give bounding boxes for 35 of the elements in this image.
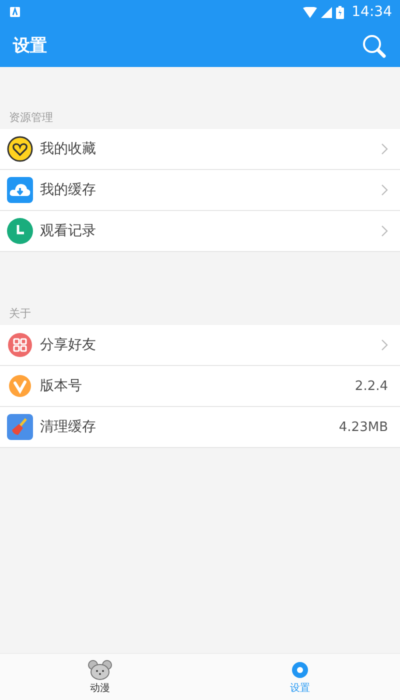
clock-time: 14:34 <box>352 4 392 20</box>
settings-row[interactable]: 分享好友 <box>0 325 400 366</box>
bear-icon <box>88 660 112 680</box>
row-label: 清理缓存 <box>40 418 97 436</box>
chevron-right-icon <box>381 339 388 351</box>
row-label: 版本号 <box>40 377 83 395</box>
settings-row[interactable]: 观看记录 <box>0 211 400 252</box>
row-label: 我的缓存 <box>40 181 97 199</box>
section-header: 资源管理 <box>8 110 54 126</box>
settings-row[interactable]: 我的缓存 <box>0 170 400 211</box>
nav-tab[interactable]: 动漫 <box>0 654 200 700</box>
settings-icon <box>290 660 310 680</box>
row-value: 4.23MB <box>338 420 388 434</box>
v-logo-icon <box>7 373 33 399</box>
chevron-right-icon <box>381 143 388 155</box>
wifi-icon <box>302 6 317 18</box>
notification-icon <box>10 7 20 17</box>
settings-row[interactable]: 清理缓存 4.23MB <box>0 407 400 448</box>
row-label: 观看记录 <box>40 222 97 240</box>
row-value: 2.2.4 <box>354 378 388 394</box>
page-title: 设置 <box>13 35 47 57</box>
broom-icon <box>7 414 33 440</box>
chevron-right-icon <box>381 225 388 237</box>
cloud-download-icon <box>7 177 33 203</box>
settings-row[interactable]: 版本号 2.2.4 <box>0 366 400 407</box>
clock-icon <box>7 218 33 244</box>
section-header: 关于 <box>8 306 32 322</box>
row-label: 分享好友 <box>40 336 97 354</box>
row-label: 我的收藏 <box>40 140 97 158</box>
grid-icon <box>7 332 33 358</box>
chevron-right-icon <box>381 184 388 196</box>
signal-icon <box>320 6 332 18</box>
settings-row[interactable]: 我的收藏 <box>0 129 400 170</box>
search-icon[interactable] <box>362 34 386 58</box>
battery-icon <box>336 6 344 18</box>
